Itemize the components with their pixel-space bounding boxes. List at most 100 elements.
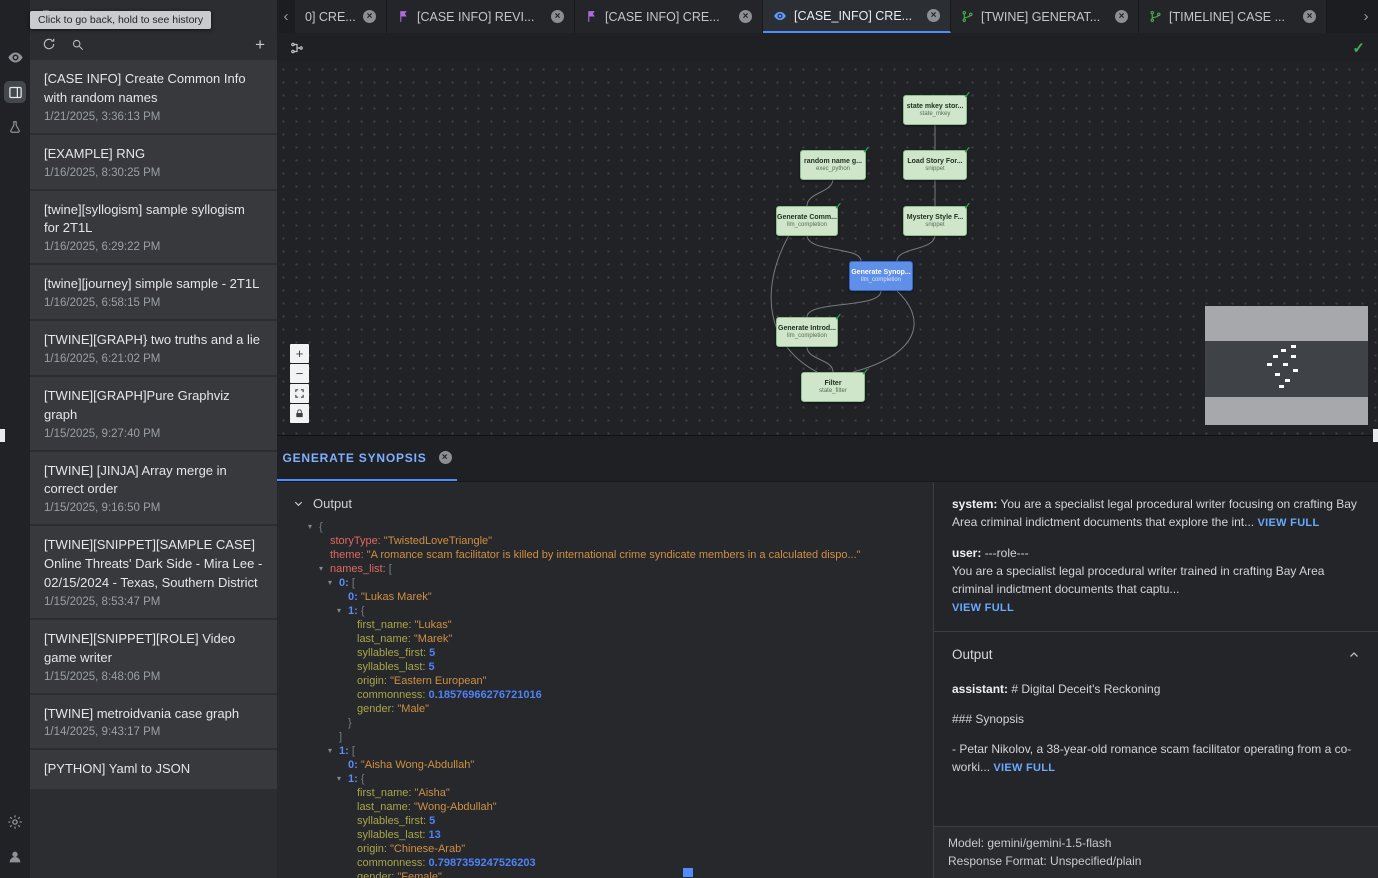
tab-generate-synopsis[interactable]: GENERATE SYNOPSIS × bbox=[277, 436, 457, 481]
list-item[interactable]: [CASE INFO] Create Common Info with rand… bbox=[30, 60, 277, 135]
json-line: ▾{ bbox=[277, 520, 933, 534]
resize-handle[interactable] bbox=[683, 868, 693, 877]
graph-node[interactable]: ✓ Generate Introd... llm_completion bbox=[776, 317, 838, 347]
close-icon[interactable]: × bbox=[1115, 10, 1128, 23]
graph-node[interactable]: ✓ state mkey stor... state_mkey bbox=[903, 95, 967, 125]
tabs-scroll-right[interactable]: › bbox=[1354, 0, 1378, 33]
list-item[interactable]: [twine][syllogism] sample syllogism for … bbox=[30, 191, 277, 266]
view-full-link[interactable]: VIEW FULL bbox=[1258, 517, 1320, 529]
output-section-header: Output bbox=[277, 492, 933, 520]
prompt-title: [TWINE][GRAPH} two truths and a lie bbox=[44, 331, 263, 350]
collapse-caret-icon[interactable]: ▾ bbox=[328, 744, 332, 757]
chevron-down-icon[interactable] bbox=[293, 498, 304, 509]
graph-node[interactable]: ✓ Filter state_filter bbox=[801, 372, 865, 402]
check-icon: ✓ bbox=[834, 312, 842, 323]
json-line: gender: "Male" bbox=[277, 702, 933, 716]
chevron-up-icon[interactable] bbox=[1348, 649, 1360, 661]
collapse-caret-icon[interactable]: ▾ bbox=[308, 520, 312, 533]
graph-node-selected[interactable]: Generate Synop... llm_completion bbox=[849, 261, 913, 291]
prompt-title: [twine][syllogism] sample syllogism for … bbox=[44, 201, 263, 239]
list-item[interactable]: [TWINE][SNIPPET][SAMPLE CASE] Online Thr… bbox=[30, 526, 277, 620]
close-icon[interactable]: × bbox=[1303, 10, 1316, 23]
close-icon[interactable]: × bbox=[551, 10, 564, 23]
node-subtitle: llm_completion bbox=[787, 222, 827, 228]
list-item[interactable]: [twine][journey] simple sample - 2T1L 1/… bbox=[30, 265, 277, 321]
json-line: origin: "Chinese-Arab" bbox=[277, 842, 933, 856]
tab-case-info-create-partial[interactable]: 0] CRE... × bbox=[295, 0, 387, 33]
divider-handle[interactable] bbox=[0, 429, 5, 442]
node-title: Generate Introd... bbox=[778, 325, 836, 332]
graph-canvas[interactable]: ✓ state mkey stor... state_mkey ✓ random… bbox=[277, 63, 1378, 435]
node-title: Load Story For... bbox=[907, 158, 962, 165]
graph-node[interactable]: ✓ Mystery Style F... snippet bbox=[903, 206, 967, 236]
assistant-label: assistant: bbox=[952, 682, 1008, 696]
graph-node[interactable]: ✓ Generate Comm... llm_completion bbox=[776, 206, 838, 236]
collapse-caret-icon[interactable]: ▾ bbox=[337, 772, 341, 785]
graph-layout-icon[interactable] bbox=[290, 41, 304, 55]
panel-body: Output ▾{ storyType: "TwistedLoveTriangl… bbox=[277, 482, 1378, 878]
settings-gear-icon[interactable] bbox=[4, 811, 26, 833]
check-icon: ✓ bbox=[963, 90, 971, 101]
flask-icon[interactable] bbox=[4, 116, 26, 138]
tabs-scroll-left[interactable]: ‹ bbox=[277, 0, 295, 33]
list-item[interactable]: [PYTHON] Yaml to JSON bbox=[30, 750, 277, 791]
close-icon[interactable]: × bbox=[739, 10, 752, 23]
close-icon[interactable]: × bbox=[439, 451, 452, 464]
system-message: system: You are a specialist legal proce… bbox=[952, 495, 1360, 532]
list-item[interactable]: [EXAMPLE] RNG 1/16/2025, 8:30:25 PM bbox=[30, 135, 277, 191]
minimap[interactable] bbox=[1205, 306, 1368, 425]
node-title: Generate Comm... bbox=[777, 214, 837, 221]
list-item[interactable]: [TWINE] [JINJA] Array merge in correct o… bbox=[30, 452, 277, 527]
close-icon[interactable]: × bbox=[927, 9, 940, 22]
json-line: ▾1: { bbox=[277, 604, 933, 618]
add-prompt-button[interactable]: + bbox=[255, 36, 265, 53]
list-item[interactable]: [TWINE][SNIPPET][ROLE] Video game writer… bbox=[30, 620, 277, 695]
tab-twine-generate[interactable]: [TWINE] GENERAT... × bbox=[951, 0, 1139, 33]
json-output-pane: Output ▾{ storyType: "TwistedLoveTriangl… bbox=[277, 482, 933, 878]
system-label: system: bbox=[952, 497, 997, 511]
tab-label: [CASE INFO] REVI... bbox=[417, 10, 544, 24]
tab-label: [TIMELINE] CASE ... bbox=[1169, 10, 1296, 24]
assistant-text: # Digital Deceit's Reckoning bbox=[1011, 682, 1160, 696]
tab-case-info-create[interactable]: [CASE INFO] CRE... × bbox=[575, 0, 763, 33]
collapse-caret-icon[interactable]: ▾ bbox=[319, 562, 323, 575]
json-line: syllables_first: 5 bbox=[277, 814, 933, 828]
lock-button[interactable] bbox=[290, 404, 309, 423]
tab-timeline-case[interactable]: [TIMELINE] CASE ... × bbox=[1139, 0, 1327, 33]
divider-handle[interactable] bbox=[1373, 429, 1378, 442]
tab-case-info-create-active[interactable]: [CASE_INFO] CRE... × bbox=[763, 0, 951, 33]
prompt-timestamp: 1/21/2025, 3:36:13 PM bbox=[44, 111, 263, 123]
zoom-out-button[interactable]: − bbox=[290, 364, 309, 383]
fit-view-button[interactable] bbox=[290, 384, 309, 403]
view-full-link[interactable]: VIEW FULL bbox=[952, 602, 1014, 614]
user-text: You are a specialist legal procedural wr… bbox=[952, 564, 1324, 596]
refresh-icon[interactable] bbox=[42, 37, 56, 51]
view-full-link[interactable]: VIEW FULL bbox=[993, 762, 1055, 774]
tab-case-info-review[interactable]: [CASE INFO] REVI... × bbox=[387, 0, 575, 33]
minimap-nodes bbox=[1205, 341, 1368, 397]
account-icon[interactable] bbox=[4, 846, 26, 868]
prompt-timestamp: 1/16/2025, 8:30:25 PM bbox=[44, 167, 263, 179]
eye-icon[interactable] bbox=[4, 46, 26, 68]
list-item[interactable]: [TWINE][GRAPH} two truths and a lie 1/16… bbox=[30, 321, 277, 377]
collapse-caret-icon[interactable]: ▾ bbox=[328, 576, 332, 589]
list-item[interactable]: [TWINE] metroidvania case graph 1/14/202… bbox=[30, 695, 277, 751]
node-subtitle: state_mkey bbox=[920, 111, 951, 117]
eye-icon bbox=[773, 9, 787, 23]
prompt-timestamp: 1/15/2025, 8:48:06 PM bbox=[44, 671, 263, 683]
history-tooltip: Click to go back, hold to see history bbox=[30, 11, 211, 29]
search-icon[interactable] bbox=[71, 38, 84, 51]
edge bbox=[807, 291, 881, 317]
saved-check-icon: ✓ bbox=[1352, 39, 1365, 57]
prompts-panel-icon[interactable] bbox=[4, 81, 26, 103]
collapse-caret-icon[interactable]: ▾ bbox=[337, 604, 341, 617]
zoom-in-button[interactable]: + bbox=[290, 344, 309, 363]
close-icon[interactable]: × bbox=[363, 10, 376, 23]
list-item[interactable]: [TWINE][GRAPH]Pure Graphviz graph 1/15/2… bbox=[30, 377, 277, 452]
json-line: origin: "Eastern European" bbox=[277, 674, 933, 688]
graph-node[interactable]: ✓ Load Story For... snippet bbox=[903, 150, 967, 180]
tab-label: [CASE_INFO] CRE... bbox=[794, 9, 920, 23]
node-title: random name g... bbox=[804, 158, 862, 165]
panel-tab-label: GENERATE SYNOPSIS bbox=[282, 451, 426, 465]
graph-node[interactable]: ✓ random name g... exec_python bbox=[800, 150, 866, 180]
